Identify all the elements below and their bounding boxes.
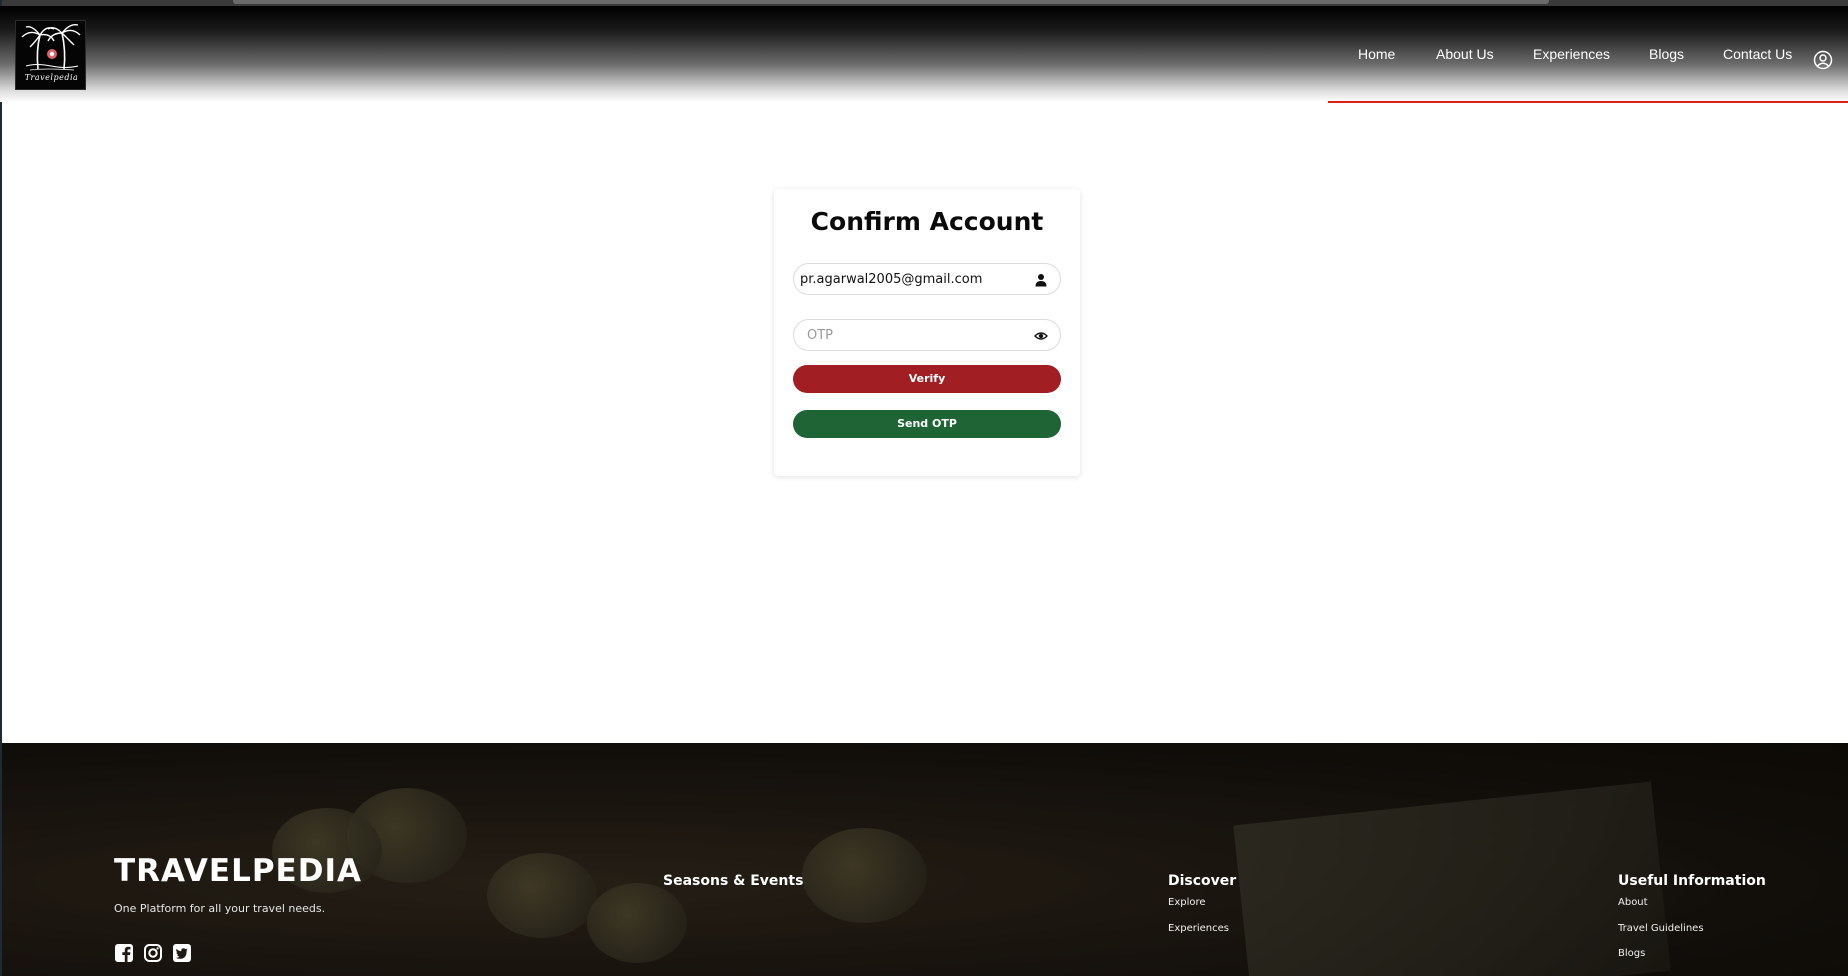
logo-text: Travelpedia xyxy=(24,73,79,82)
horizontal-scrollbar[interactable] xyxy=(233,0,1549,4)
otp-field-wrapper xyxy=(793,319,1061,351)
nav-home[interactable]: Home xyxy=(1358,46,1395,62)
footer-col-seasons-title: Seasons & Events xyxy=(663,873,804,889)
footer-col-discover-title: Discover xyxy=(1168,873,1237,889)
footer-link-travel-guidelines[interactable]: Travel Guidelines xyxy=(1618,923,1704,934)
otp-field[interactable] xyxy=(807,320,1032,350)
footer-link-experiences[interactable]: Experiences xyxy=(1168,923,1229,934)
footer-tagline: One Platform for all your travel needs. xyxy=(114,902,326,915)
nav-underline xyxy=(1328,101,1848,103)
footer-col-useful-info-title: Useful Information xyxy=(1618,873,1766,889)
facebook-icon[interactable] xyxy=(114,943,134,963)
social-links xyxy=(114,943,192,963)
email-field-wrapper xyxy=(793,263,1061,295)
send-otp-button[interactable]: Send OTP xyxy=(793,410,1061,438)
nav-contact-us[interactable]: Contact Us xyxy=(1723,46,1792,62)
footer-link-explore[interactable]: Explore xyxy=(1168,897,1206,908)
email-field[interactable] xyxy=(800,264,1025,294)
site-footer: TRAVELPEDIA One Platform for all your tr… xyxy=(2,743,1848,976)
footer-link-about[interactable]: About xyxy=(1618,897,1648,908)
twitter-icon[interactable] xyxy=(172,943,192,963)
eye-icon[interactable] xyxy=(1034,329,1048,343)
site-logo[interactable]: Travelpedia xyxy=(15,20,86,90)
footer-link-blogs[interactable]: Blogs xyxy=(1618,948,1645,959)
footer-brand: TRAVELPEDIA xyxy=(114,853,362,889)
nav-about-us[interactable]: About Us xyxy=(1436,46,1494,62)
page-title: Confirm Account xyxy=(810,207,1044,236)
nav-blogs[interactable]: Blogs xyxy=(1649,46,1684,62)
nav-experiences[interactable]: Experiences xyxy=(1533,46,1610,62)
user-icon xyxy=(1035,274,1047,287)
instagram-icon[interactable] xyxy=(143,943,163,963)
verify-button[interactable]: Verify xyxy=(793,365,1061,393)
user-account-icon[interactable] xyxy=(1813,50,1833,70)
confirm-account-card: Confirm Account Verify Send OTP xyxy=(774,189,1080,476)
site-header: Travelpedia Home About Us Experiences Bl… xyxy=(0,6,1848,102)
